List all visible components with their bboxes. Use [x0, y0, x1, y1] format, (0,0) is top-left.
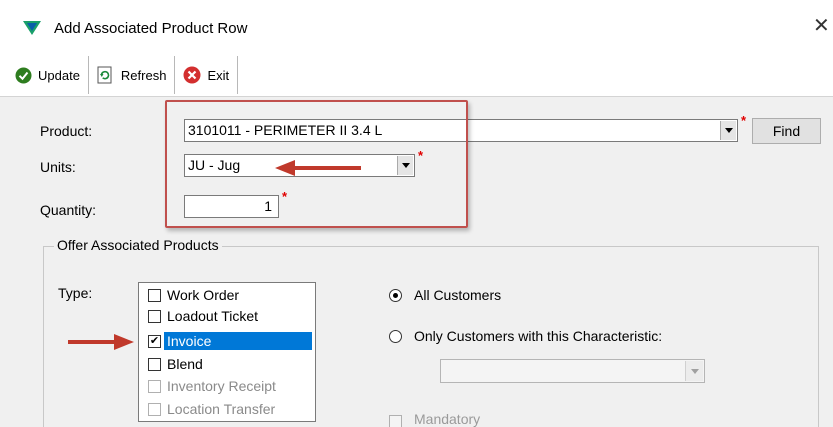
only-customers-radio[interactable] [389, 330, 402, 343]
refresh-icon [97, 66, 115, 84]
list-item: Location Transfer [139, 398, 315, 420]
all-customers-label: All Customers [414, 287, 502, 303]
mandatory-label: Mandatory [414, 411, 481, 427]
units-label: Units: [40, 159, 76, 175]
exit-label: Exit [207, 67, 230, 83]
close-icon[interactable]: ✕ [813, 16, 830, 36]
refresh-label: Refresh [120, 67, 167, 83]
checkbox[interactable] [148, 357, 161, 371]
only-customers-label: Only Customers with this Characteristic: [414, 328, 663, 344]
refresh-button[interactable]: Refresh [89, 56, 176, 94]
list-item[interactable]: Loadout Ticket [139, 305, 315, 327]
update-check-icon [14, 66, 32, 84]
list-item-selected[interactable]: ✔ Invoice [139, 330, 315, 352]
quantity-label: Quantity: [40, 202, 97, 218]
exit-x-icon [183, 66, 201, 84]
update-label: Update [38, 67, 80, 83]
checkbox-checked[interactable]: ✔ [148, 334, 161, 348]
title-bar: Add Associated Product Row ✕ [0, 0, 833, 48]
type-label: Type: [58, 285, 93, 301]
annotation-arrow-units [275, 160, 361, 176]
toolbar: Update Refresh Exit [10, 56, 239, 94]
chevron-down-icon [685, 361, 703, 381]
checkbox [148, 402, 161, 416]
checkbox[interactable] [148, 288, 161, 302]
list-item: Inventory Receipt [139, 375, 315, 397]
exit-button[interactable]: Exit [175, 56, 239, 94]
checkbox[interactable] [148, 309, 161, 323]
update-button[interactable]: Update [10, 56, 89, 94]
checkbox [148, 379, 161, 393]
offer-group-title: Offer Associated Products [54, 237, 222, 253]
chevron-down-icon[interactable] [720, 121, 736, 140]
all-customers-radio[interactable] [389, 289, 402, 302]
list-item[interactable]: Blend [139, 353, 315, 375]
list-item[interactable]: Work Order [139, 284, 315, 306]
characteristic-select [440, 359, 705, 383]
mandatory-checkbox [389, 415, 402, 427]
find-button[interactable]: Find [752, 118, 821, 144]
window-title: Add Associated Product Row [54, 20, 248, 37]
app-logo-icon [23, 21, 41, 35]
type-listbox[interactable]: Work Order Loadout Ticket ✔ Invoice Blen… [138, 282, 316, 422]
product-label: Product: [40, 123, 93, 139]
required-marker: * [741, 113, 747, 128]
